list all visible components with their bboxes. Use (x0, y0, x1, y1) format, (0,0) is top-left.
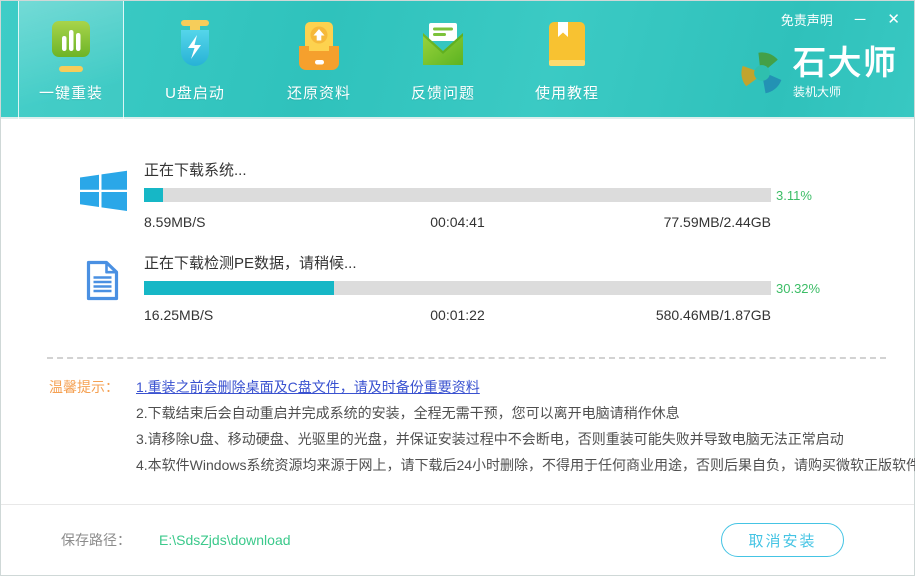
window-controls: 免责声明 ─ ✕ (781, 10, 900, 29)
download-task-system: 正在下载系统... 3.11% 8.59MB/S 00:04:41 77.59M… (1, 159, 914, 230)
brand-subtitle: 装机大师 (793, 83, 898, 100)
tab-restore[interactable]: 还原资料 (266, 1, 372, 119)
close-icon[interactable]: ✕ (887, 12, 900, 27)
download-time-remaining: 00:04:41 (430, 214, 485, 230)
download-time-remaining: 00:01:22 (430, 307, 485, 323)
download-speed: 16.25MB/S (144, 307, 213, 323)
progress-percent: 30.32% (776, 281, 820, 296)
download-title: 正在下载检测PE数据，请稍候... (144, 252, 771, 272)
restore-tray-icon (296, 16, 342, 78)
tab-feedback[interactable]: 反馈问题 (390, 1, 496, 119)
windows-logo-icon (79, 159, 144, 230)
download-size: 580.46MB/1.87GB (656, 307, 771, 323)
tab-label: 使用教程 (535, 82, 599, 103)
tips-label: 温馨提示： (49, 374, 136, 478)
brand-pinwheel-icon (739, 48, 785, 98)
tab-label: 反馈问题 (411, 82, 475, 103)
dashed-divider (47, 357, 886, 359)
minimize-icon[interactable]: ─ (855, 12, 866, 27)
tip-item: 3.请移除U盘、移动硬盘、光驱里的光盘，并保证安装过程中不会断电，否则重装可能失… (136, 426, 915, 452)
download-speed: 8.59MB/S (144, 214, 205, 230)
tip-item: 4.本软件Windows系统资源均来源于网上，请下载后24小时删除，不得用于任何… (136, 452, 915, 478)
mail-icon (420, 16, 466, 78)
tips-list: 1.重装之前会删除桌面及C盘文件，请及时备份重要资料 2.下载结束后会自动重启并… (136, 374, 915, 478)
tab-label: U盘启动 (165, 82, 225, 103)
tab-reinstall[interactable]: 一键重装 (18, 1, 124, 119)
download-task-pe: 正在下载检测PE数据，请稍候... 30.32% 16.25MB/S 00:01… (1, 252, 914, 323)
tab-usb-boot[interactable]: U盘启动 (142, 1, 248, 119)
usb-drive-icon (173, 16, 217, 78)
progress-fill (144, 188, 163, 202)
brand-name: 石大师 (793, 45, 898, 81)
tip-item: 2.下载结束后会自动重启并完成系统的安装，全程无需干预，您可以离开电脑请稍作休息 (136, 400, 915, 426)
progress-bar (144, 188, 771, 202)
tab-label: 一键重装 (39, 82, 103, 103)
tab-label: 还原资料 (287, 82, 351, 103)
book-icon (545, 16, 589, 78)
tab-tutorial[interactable]: 使用教程 (514, 1, 620, 119)
footer-bar: 保存路径： E:\SdsZjds\download 取消安装 (1, 504, 914, 575)
save-path-value: E:\SdsZjds\download (159, 532, 291, 548)
disclaimer-link[interactable]: 免责声明 (781, 10, 833, 29)
save-path-label: 保存路径： (61, 530, 131, 550)
download-title: 正在下载系统... (144, 159, 771, 179)
progress-percent: 3.11% (776, 188, 812, 203)
main-content: 正在下载系统... 3.11% 8.59MB/S 00:04:41 77.59M… (1, 119, 914, 478)
download-size: 77.59MB/2.44GB (664, 214, 771, 230)
tips-section: 温馨提示： 1.重装之前会删除桌面及C盘文件，请及时备份重要资料 2.下载结束后… (1, 374, 914, 478)
brand-logo: 石大师 装机大师 (739, 45, 898, 100)
bar-chart-icon (49, 16, 93, 78)
cancel-install-button[interactable]: 取消安装 (721, 523, 844, 557)
progress-fill (144, 281, 334, 295)
save-path: 保存路径： E:\SdsZjds\download (61, 530, 291, 550)
tip-item-backup-warning[interactable]: 1.重装之前会删除桌面及C盘文件，请及时备份重要资料 (136, 374, 915, 400)
app-window: 免责声明 ─ ✕ 一键重装 (0, 0, 915, 576)
progress-bar (144, 281, 771, 295)
document-icon (79, 252, 144, 323)
main-nav: 一键重装 U盘启动 (18, 1, 620, 117)
titlebar: 免责声明 ─ ✕ 一键重装 (1, 1, 914, 119)
